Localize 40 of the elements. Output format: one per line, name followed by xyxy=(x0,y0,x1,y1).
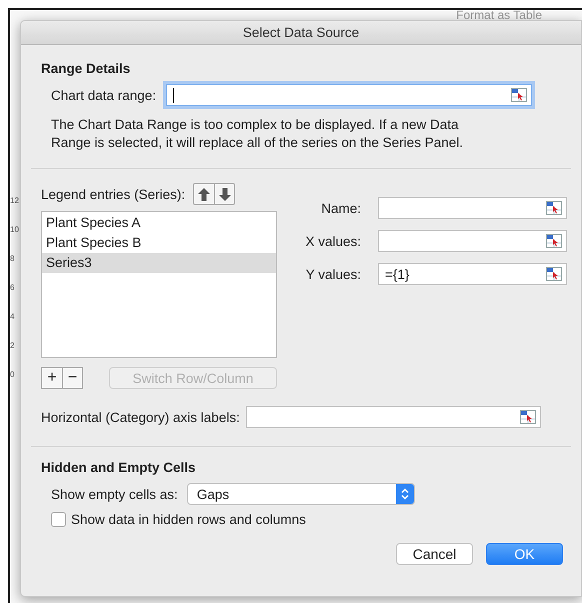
axis-labels-field[interactable] xyxy=(246,406,541,428)
checkbox-label: Show data in hidden rows and columns xyxy=(71,512,306,527)
arrow-down-icon xyxy=(218,188,231,200)
axis-label: 2 xyxy=(10,341,16,351)
axis-label: 10 xyxy=(10,225,19,235)
dialog-button[interactable]: Cancel xyxy=(396,543,473,565)
range-picker-icon[interactable] xyxy=(546,234,562,248)
axis-label: 12 xyxy=(10,196,19,206)
series-field[interactable] xyxy=(378,230,567,252)
field-label: Horizontal (Category) axis labels: xyxy=(41,410,240,424)
field-label: Y values: xyxy=(304,266,361,282)
axis-label: 6 xyxy=(10,283,16,293)
axis-label: 4 xyxy=(10,312,16,322)
range-picker-icon[interactable] xyxy=(546,201,562,215)
info-text: The Chart Data Range is too complex to be displayed. If a new Data Range is selected, it will replace all of the series on the Series Panel. xyxy=(51,116,464,152)
field-label: Chart data range: xyxy=(51,88,156,102)
series-field[interactable] xyxy=(378,197,567,219)
series-item[interactable]: Series3 xyxy=(42,253,276,273)
field-label: Name: xyxy=(320,200,361,216)
arrow-up-icon xyxy=(198,188,210,200)
axis-label: 8 xyxy=(10,254,16,264)
checkbox[interactable] xyxy=(51,512,66,527)
add-button[interactable]: + xyxy=(42,368,62,388)
section-heading: Hidden and Empty Cells xyxy=(41,460,197,475)
range-picker-icon[interactable] xyxy=(546,267,562,281)
axis-label: 0 xyxy=(10,370,16,380)
section-heading: Range Details xyxy=(41,61,132,76)
series-field[interactable]: ={1} xyxy=(378,263,567,285)
series-item[interactable]: Plant Species B xyxy=(42,233,276,253)
field-label: Legend entries (Series): xyxy=(41,186,186,202)
field-label: X values: xyxy=(304,234,361,248)
stepper-icon xyxy=(400,488,409,500)
window-title: Select Data Source xyxy=(242,25,360,40)
empty-cells-dropdown[interactable]: Gaps xyxy=(186,483,415,505)
field-label: Show empty cells as: xyxy=(51,486,178,502)
series-item[interactable]: Plant Species A xyxy=(42,213,276,233)
chart-range-field[interactable] xyxy=(166,84,532,106)
remove-button[interactable]: − xyxy=(62,368,82,388)
range-picker-icon[interactable] xyxy=(520,410,536,424)
range-picker-icon[interactable] xyxy=(511,88,528,102)
